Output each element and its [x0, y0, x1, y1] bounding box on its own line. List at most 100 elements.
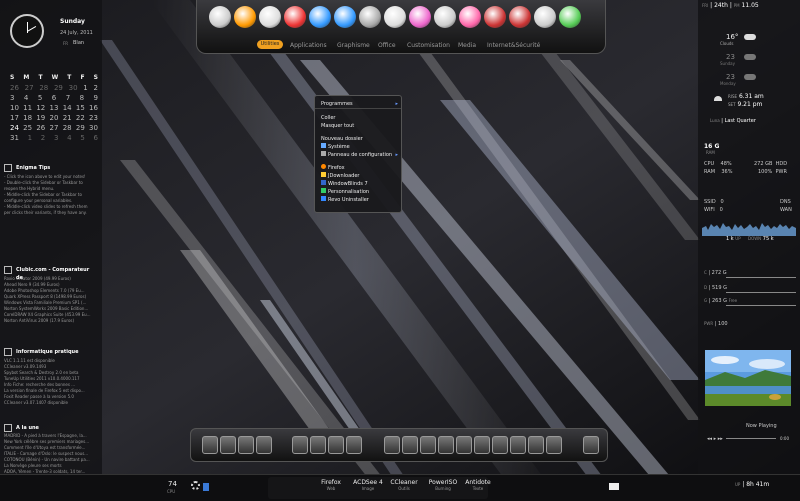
taskbar-app-4[interactable]: Antidote Texte [456, 479, 500, 491]
dock-app-icon[interactable] [492, 436, 508, 454]
menu-revo[interactable]: Revo Uninstaller [315, 196, 401, 204]
menu-firefox[interactable]: Firefox [315, 164, 401, 172]
finder-icon[interactable] [209, 6, 231, 28]
calendar-day[interactable]: 21 [63, 114, 72, 122]
calendar-day[interactable]: 29 [54, 84, 63, 92]
calendar-day[interactable]: 14 [63, 104, 72, 112]
safari-icon[interactable] [309, 6, 331, 28]
mail-icon[interactable] [609, 483, 619, 490]
calendar-day[interactable]: 22 [76, 114, 85, 122]
rss-icon[interactable] [4, 424, 12, 432]
calendar-day[interactable]: 28 [63, 124, 72, 132]
calendar-day[interactable]: 4 [67, 134, 71, 142]
calculator-icon[interactable] [259, 6, 281, 28]
dock-app-icon[interactable] [420, 436, 436, 454]
rss-icon[interactable] [4, 266, 12, 274]
calendar-day[interactable]: 30 [69, 84, 78, 92]
calendar-day[interactable]: 18 [23, 114, 32, 122]
tab-graphisme[interactable]: Graphisme [337, 42, 370, 49]
calendar-day[interactable]: 25 [23, 124, 32, 132]
flag-icon[interactable] [203, 483, 209, 491]
menu-jdownloader[interactable]: JDownloader [315, 172, 401, 180]
tab-customisation[interactable]: Customisation [407, 42, 450, 49]
calendar-day[interactable]: 7 [66, 94, 70, 102]
color-icon[interactable] [459, 6, 481, 28]
calendar-day[interactable]: 5 [38, 94, 42, 102]
calendar-day[interactable]: 11 [23, 104, 32, 112]
chrome-icon[interactable] [284, 6, 306, 28]
context-menu[interactable]: Programmes ▸ Coller Masquer tout Nouveau … [314, 95, 402, 213]
dock-app-icon[interactable] [384, 436, 400, 454]
media-progress[interactable] [726, 438, 776, 439]
dock-app-icon[interactable] [474, 436, 490, 454]
calendar-day[interactable]: 10 [10, 104, 19, 112]
calendar-day[interactable]: 5 [80, 134, 84, 142]
calendar-day[interactable]: 13 [50, 104, 59, 112]
calendar-day[interactable]: 2 [93, 84, 97, 92]
dock-app-icon[interactable] [220, 436, 236, 454]
dock-app-icon[interactable] [546, 436, 562, 454]
calendar-day[interactable]: 26 [10, 84, 19, 92]
calendar-day[interactable]: 1 [83, 84, 87, 92]
calendar-day[interactable]: 19 [36, 114, 45, 122]
ie-icon[interactable] [334, 6, 356, 28]
tools-icon[interactable] [509, 6, 531, 28]
calendar-day[interactable]: 6 [93, 134, 97, 142]
calendar-day[interactable]: 6 [52, 94, 56, 102]
dock-app-icon[interactable] [202, 436, 218, 454]
list-item[interactable]: CCleaner v3.07.1407 disponible [4, 400, 96, 406]
chess-icon[interactable] [384, 6, 406, 28]
calendar-day[interactable]: 23 [89, 114, 98, 122]
calendar-day[interactable]: 31 [10, 134, 19, 142]
calendar-day[interactable]: 24 [10, 124, 19, 132]
dock-app-icon[interactable] [310, 436, 326, 454]
calendar-day[interactable]: 3 [10, 94, 14, 102]
dock-app-icon[interactable] [510, 436, 526, 454]
calendar-day[interactable]: 26 [36, 124, 45, 132]
tab-internet[interactable]: Internet&Sécurité [487, 42, 540, 49]
calendar-day[interactable]: 3 [54, 134, 58, 142]
dock-app-icon[interactable] [256, 436, 272, 454]
list-item[interactable]: per clicks their variants, if they have … [4, 210, 96, 216]
menu-panneau[interactable]: Panneau de configuration ▸ [315, 151, 401, 159]
calendar-day[interactable]: 12 [36, 104, 45, 112]
dock-app-icon[interactable] [402, 436, 418, 454]
flower-icon[interactable] [234, 6, 256, 28]
calendar-day[interactable]: 27 [25, 84, 34, 92]
trash-icon[interactable] [534, 6, 556, 28]
rss-icon[interactable] [4, 348, 12, 356]
bottom-dock[interactable] [190, 428, 608, 462]
dock-app-icon[interactable] [456, 436, 472, 454]
dock-app-icon[interactable] [528, 436, 544, 454]
dock-app-icon[interactable] [583, 436, 599, 454]
calendar-day[interactable]: 17 [10, 114, 19, 122]
menu-coller[interactable]: Coller [315, 114, 401, 122]
calendar-day[interactable]: 27 [50, 124, 59, 132]
menu-windowblinds[interactable]: WindowBlinds 7 [315, 180, 401, 188]
taskbar-app-2[interactable]: CCleaner Outils [382, 479, 426, 491]
calendar-day[interactable]: 8 [80, 94, 84, 102]
calendar-day[interactable]: 1 [28, 134, 32, 142]
menu-personnalisation[interactable]: Personnalisation [315, 188, 401, 196]
calendar-day[interactable]: 20 [50, 114, 59, 122]
media-controls[interactable]: ◂◂ ▸ ▸▸ [707, 436, 723, 442]
tab-media[interactable]: Media [458, 42, 476, 49]
calendar-day[interactable]: 30 [89, 124, 98, 132]
calendar-day[interactable]: 15 [76, 104, 85, 112]
menu-programmes[interactable]: Programmes ▸ [315, 100, 401, 109]
dock-app-icon[interactable] [328, 436, 344, 454]
photo-widget[interactable] [705, 350, 791, 406]
right-sidebar[interactable]: FRI | 24th | PM 11.05 16° Clouds 23 Sund… [698, 0, 800, 474]
hammer-icon[interactable] [484, 6, 506, 28]
dock-app-icon[interactable] [238, 436, 254, 454]
dock-app-icon[interactable] [292, 436, 308, 454]
tab-utilities[interactable]: Utilities [257, 40, 283, 49]
calendar-day[interactable]: 2 [41, 134, 45, 142]
calendar-day[interactable]: 9 [94, 94, 98, 102]
calendar-day[interactable]: 28 [39, 84, 48, 92]
menu-systeme[interactable]: Système [315, 143, 401, 151]
tips-check-icon[interactable] [4, 164, 12, 172]
dock-app-icon[interactable] [438, 436, 454, 454]
monitor-icon[interactable] [559, 6, 581, 28]
wrench-icon[interactable] [434, 6, 456, 28]
